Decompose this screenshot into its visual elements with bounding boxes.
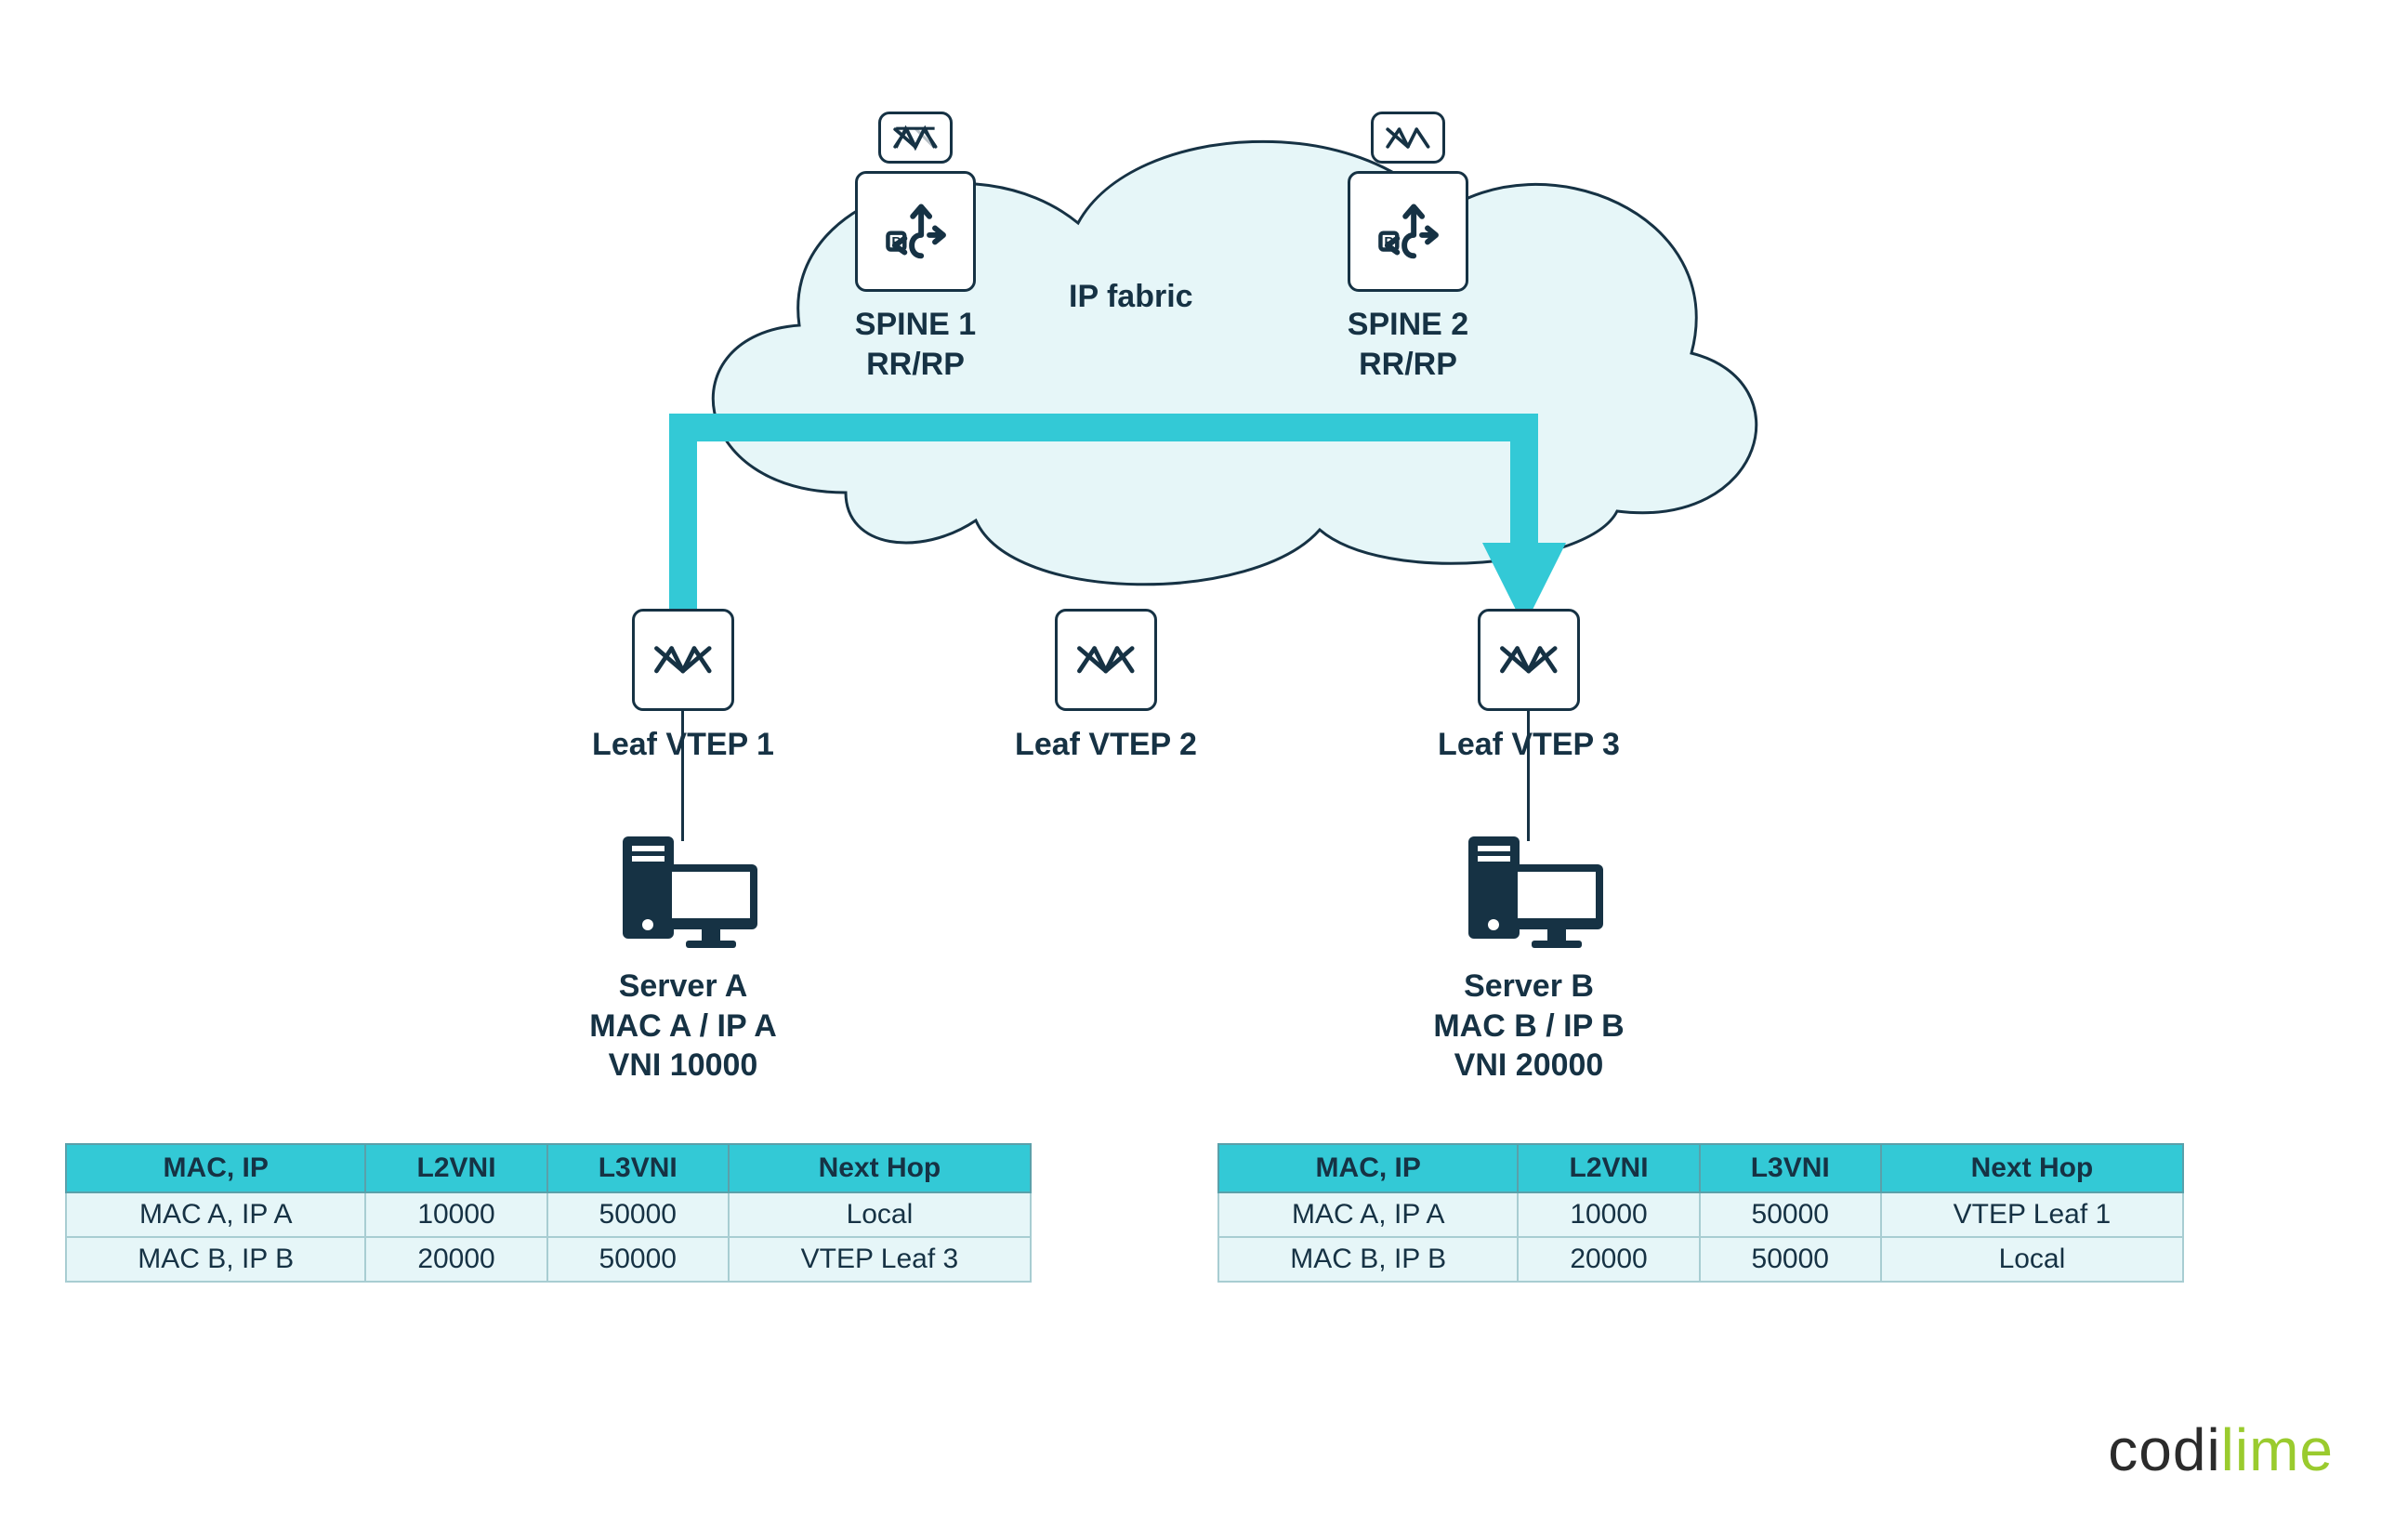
server-a-macip: MAC A / IP A [589, 1008, 777, 1044]
table-row: MAC B, IP B 20000 50000 Local [1218, 1237, 2183, 1282]
th-nexthop: Next Hop [1881, 1144, 2183, 1192]
cell: MAC B, IP B [66, 1237, 365, 1282]
th-l3vni: L3VNI [1700, 1144, 1881, 1192]
routing-tables: MAC, IP L2VNI L3VNI Next Hop MAC A, IP A… [65, 1143, 2343, 1283]
logo-part2: lime [2221, 1416, 2334, 1483]
cell: 50000 [1700, 1237, 1881, 1282]
server-b-name: Server B [1464, 968, 1594, 1004]
leaf3-switch-icon [1478, 609, 1580, 711]
cell: Local [1881, 1237, 2183, 1282]
th-nexthop: Next Hop [729, 1144, 1031, 1192]
spine2-router-icon: P [1348, 171, 1468, 292]
logo-part1: codi [2108, 1416, 2220, 1483]
th-l2vni: L2VNI [1518, 1144, 1699, 1192]
spine1-switch-icon [878, 112, 953, 164]
server-a-name: Server A [619, 968, 748, 1004]
cell: 20000 [1518, 1237, 1699, 1282]
server-b-icon [1459, 832, 1608, 957]
server-b-label: Server B MAC B / IP BVNI 20000 [1389, 967, 1668, 1086]
leaf2-label: Leaf VTEP 2 [999, 725, 1213, 765]
spine2-label: SPINE 2 RR/RP [1301, 305, 1515, 384]
link-leaf3-serverb [1527, 711, 1530, 841]
table-row: MAC A, IP A 10000 50000 Local [66, 1192, 1031, 1237]
cell: 10000 [365, 1192, 546, 1237]
table-row: MAC B, IP B 20000 50000 VTEP Leaf 3 [66, 1237, 1031, 1282]
server-a-vni: VNI 10000 [609, 1047, 758, 1083]
server-b-macip: MAC B / IP B [1433, 1008, 1624, 1044]
cell: MAC A, IP A [1218, 1192, 1518, 1237]
server-a-label: Server A MAC A / IP AVNI 10000 [544, 967, 822, 1086]
leaf2-switch-icon [1055, 609, 1157, 711]
cell: 50000 [547, 1192, 729, 1237]
th-l2vni: L2VNI [365, 1144, 546, 1192]
codilime-logo: codilime [2108, 1415, 2334, 1484]
cell: 50000 [547, 1237, 729, 1282]
link-leaf1-servera [681, 711, 684, 841]
cell: 20000 [365, 1237, 546, 1282]
spine2-role: RR/RP [1359, 347, 1457, 382]
svg-text:P: P [891, 235, 901, 250]
cell: VTEP Leaf 1 [1881, 1192, 2183, 1237]
cell: Local [729, 1192, 1031, 1237]
cell: VTEP Leaf 3 [729, 1237, 1031, 1282]
cell: MAC B, IP B [1218, 1237, 1518, 1282]
cell: 50000 [1700, 1192, 1881, 1237]
network-diagram: IP fabric P SPINE 1RR/RP P SPINE 2RR/RP … [0, 0, 2408, 1540]
server-a-icon [613, 832, 762, 957]
spine1-router-icon: P [855, 171, 976, 292]
spine2-name: SPINE 2 [1348, 307, 1468, 342]
table-row: MAC A, IP A 10000 50000 VTEP Leaf 1 [1218, 1192, 2183, 1237]
spine1-role: RR/RP [866, 347, 965, 382]
ip-fabric-label: IP fabric [1069, 279, 1193, 315]
th-macip: MAC, IP [1218, 1144, 1518, 1192]
svg-text:P: P [1384, 235, 1393, 250]
cell: MAC A, IP A [66, 1192, 365, 1237]
spine1-name: SPINE 1 [855, 307, 976, 342]
routing-table-right: MAC, IP L2VNI L3VNI Next Hop MAC A, IP A… [1217, 1143, 2184, 1283]
th-l3vni: L3VNI [547, 1144, 729, 1192]
routing-table-left: MAC, IP L2VNI L3VNI Next Hop MAC A, IP A… [65, 1143, 1032, 1283]
server-b-vni: VNI 20000 [1454, 1047, 1604, 1083]
cell: 10000 [1518, 1192, 1699, 1237]
spine2-switch-icon [1371, 112, 1445, 164]
ip-fabric-cloud [604, 84, 1803, 604]
spine1-label: SPINE 1 RR/RP [809, 305, 1022, 384]
th-macip: MAC, IP [66, 1144, 365, 1192]
leaf1-switch-icon [632, 609, 734, 711]
